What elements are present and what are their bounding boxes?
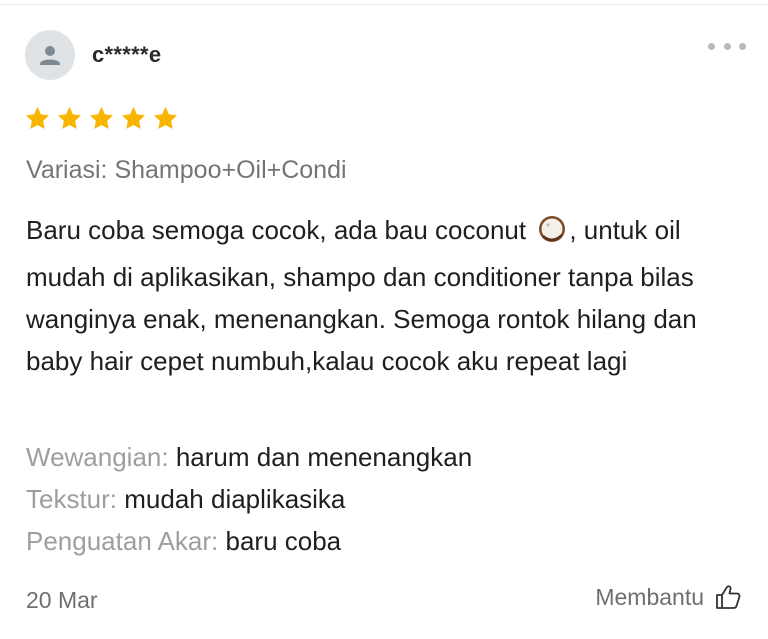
avatar[interactable] bbox=[25, 30, 75, 80]
attribute-value: mudah diaplikasika bbox=[124, 484, 346, 514]
coconut-icon bbox=[537, 214, 567, 256]
star-icon bbox=[90, 107, 113, 129]
attribute-row-root-strength: Penguatan Akar: baru coba bbox=[26, 520, 472, 562]
review-body-text-start: Baru coba semoga cocok, ada bau coconut bbox=[26, 215, 534, 245]
attribute-value: baru coba bbox=[225, 526, 342, 556]
attribute-row-scent: Wewangian: harum dan menenangkan bbox=[26, 436, 472, 478]
more-dot bbox=[723, 42, 731, 50]
more-dot bbox=[708, 42, 715, 50]
review-header: c*****e bbox=[25, 30, 161, 80]
attribute-row-texture: Tekstur: mudah diaplikasika bbox=[26, 478, 472, 520]
star-icon bbox=[154, 107, 177, 129]
reviewer-username: c*****e bbox=[92, 42, 162, 67]
star-rating bbox=[24, 105, 179, 132]
helpful-button[interactable]: Membantu bbox=[595, 583, 742, 611]
attribute-label: Wewangian: bbox=[26, 442, 169, 472]
review-card: c*****e Variasi: Shampoo+Oil+Condi Baru … bbox=[0, 0, 768, 639]
attribute-label: Tekstur: bbox=[26, 484, 118, 514]
star-icon bbox=[122, 107, 145, 129]
thumbs-up-icon bbox=[716, 585, 741, 609]
attribute-label: Penguatan Akar: bbox=[26, 526, 219, 556]
review-date: 20 Mar bbox=[26, 587, 98, 613]
more-dot bbox=[739, 42, 746, 50]
more-options-button[interactable] bbox=[708, 36, 746, 56]
review-attributes: Wewangian: harum dan menenangkan Tekstur… bbox=[26, 436, 472, 562]
variant-label: Variasi: Shampoo+Oil+Condi bbox=[26, 156, 347, 184]
helpful-label: Membantu bbox=[595, 583, 704, 610]
star-icon bbox=[58, 107, 81, 129]
star-icon bbox=[26, 107, 49, 129]
attribute-value: harum dan menenangkan bbox=[175, 442, 473, 472]
user-icon bbox=[40, 46, 60, 65]
review-body: Baru coba semoga cocok, ada bau coconut … bbox=[26, 209, 746, 382]
